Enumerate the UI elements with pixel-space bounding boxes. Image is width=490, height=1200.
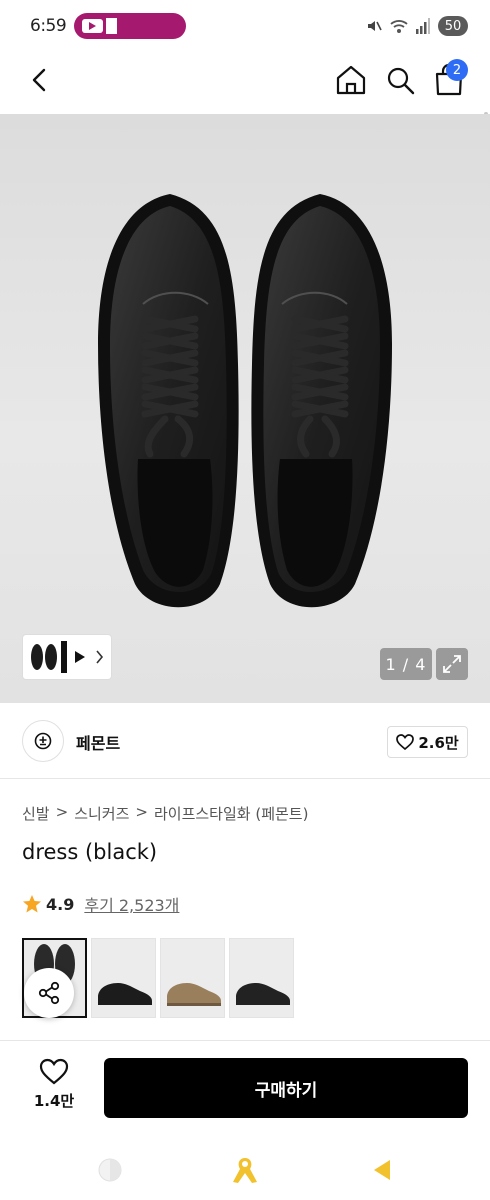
wishlist-button[interactable]: 1.4만 [26, 1058, 82, 1120]
thumbnail-shoes-icon [31, 641, 104, 673]
variant-option[interactable] [160, 938, 225, 1018]
brand-like-count: 2.6만 [418, 733, 459, 752]
share-button[interactable] [24, 968, 74, 1018]
mute-icon [368, 21, 382, 31]
youtube-activity-pill[interactable] [74, 13, 187, 39]
gallery-thumbnail-strip[interactable] [22, 634, 112, 680]
breadcrumb-separator: > [135, 803, 148, 821]
star-icon [23, 895, 41, 913]
variant-thumbnail [98, 983, 152, 1005]
breadcrumb-item[interactable]: 라이프스타일화 (페몬트) [154, 803, 308, 824]
variant-thumbnail [236, 983, 290, 1005]
variant-option[interactable] [229, 938, 294, 1018]
rating-value: 4.9 [46, 894, 75, 914]
breadcrumb-item[interactable]: 스니커즈 [74, 803, 129, 824]
review-count-link[interactable]: 후기 2,523개 [84, 892, 179, 916]
system-navigation-bar [98, 1158, 390, 1183]
brand-row: 페몬트 2.6만 [0, 703, 490, 779]
brand-name[interactable]: 페몬트 [76, 730, 120, 754]
brand-logo-icon [34, 732, 52, 750]
wishlist-count: 1.4만 [33, 1092, 75, 1110]
breadcrumb-separator: > [55, 803, 69, 821]
recent-apps-icon[interactable] [98, 1158, 122, 1182]
activity-bar-icon [106, 18, 118, 34]
variant-thumbnail [167, 983, 221, 1006]
back-triangle-icon[interactable] [374, 1160, 390, 1180]
breadcrumb-item[interactable]: 신발 [22, 803, 50, 824]
signal-icon [416, 18, 430, 34]
back-arrow-icon[interactable] [22, 62, 58, 98]
heart-icon [39, 1058, 69, 1085]
status-bar: 6:59 50 [0, 0, 490, 52]
fullscreen-expand-icon[interactable] [436, 648, 468, 680]
cart-count-badge: 2 [446, 59, 468, 81]
rating-row: 4.9 후기 2,523개 [22, 892, 179, 916]
youtube-icon [82, 19, 104, 33]
heart-icon [396, 734, 415, 750]
divider [0, 1040, 490, 1041]
variant-option[interactable] [91, 938, 156, 1018]
buy-button[interactable]: 구매하기 [104, 1058, 468, 1118]
battery-indicator: 50 [438, 16, 468, 36]
wifi-icon [390, 20, 408, 33]
product-image-gallery[interactable]: 1 / 4 [0, 114, 490, 703]
search-icon[interactable] [383, 62, 417, 98]
status-indicators: 50 [366, 16, 468, 36]
share-icon [38, 981, 60, 1005]
home-icon[interactable] [334, 62, 368, 98]
brand-logo[interactable] [22, 720, 64, 762]
status-time: 6:59 [30, 16, 67, 36]
product-title: dress (black) [22, 840, 158, 864]
product-photo-shoes [98, 194, 392, 608]
top-navigation: 2 [0, 52, 490, 164]
breadcrumb: 신발 > 스니커즈 > 라이프스타일화 (페몬트) [22, 803, 308, 824]
ribbon-home-icon[interactable] [233, 1158, 257, 1183]
gallery-page-counter: 1 / 4 [380, 648, 432, 680]
brand-like-button[interactable]: 2.6만 [387, 726, 468, 758]
